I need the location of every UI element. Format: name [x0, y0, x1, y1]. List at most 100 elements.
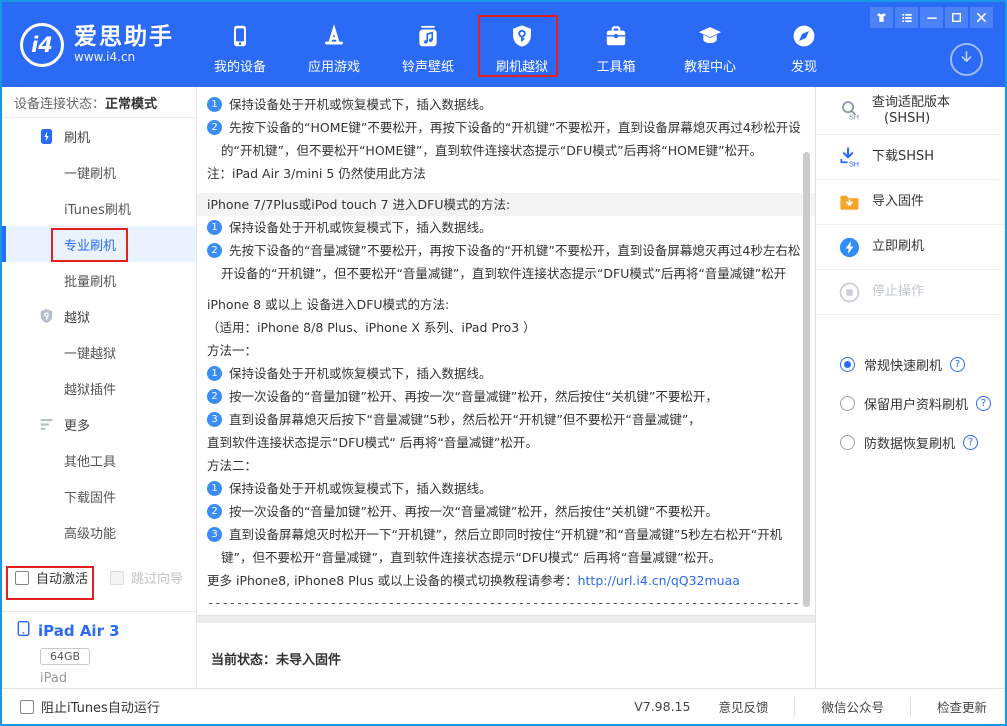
radio-label: 防数据恢复刷机 [864, 433, 955, 452]
instruction-step: 1保持设备处于开机或恢复模式下，插入数据线。 [207, 362, 801, 385]
help-icon[interactable]: ? [976, 396, 991, 411]
main-content: 1保持设备处于开机或恢复模式下，插入数据线。2先按下设备的“HOME键”不要松开… [197, 87, 815, 688]
instruction-step: 3直到设备屏幕熄灭后按下“音量减键”5秒，然后松开“开机键”但不要松开“音量减键… [207, 408, 801, 431]
flash-mode-options: 常规快速刷机 ? 保留用户资料刷机 ? 防数据恢复刷机 ? [816, 345, 1005, 462]
menu-button[interactable] [895, 7, 918, 28]
action-label: 查询适配版本(SHSH) [872, 95, 950, 127]
footer-link-2[interactable]: 检查更新 [910, 697, 987, 716]
sidebar-item-11[interactable]: 高级功能 [2, 514, 196, 550]
tutorial-link[interactable]: http://url.i4.cn/qQ32muaa [578, 569, 740, 592]
action-stop: 停止操作 [816, 270, 1005, 315]
skin-button[interactable] [870, 7, 893, 28]
nav-item-ringtone[interactable]: 铃声壁纸 [396, 21, 460, 75]
action-search-shsh[interactable]: SH查询适配版本(SHSH) [816, 87, 1005, 135]
nav-item-label: 工具箱 [596, 56, 635, 75]
sidebar-item-6[interactable]: 一键越狱 [2, 334, 196, 370]
line-text: iPhone 8 或以上 设备进入DFU模式的方法: [207, 293, 449, 316]
instruction-step: 1保持设备处于开机或恢复模式下，插入数据线。 [207, 216, 801, 239]
step-number-icon: 3 [207, 412, 222, 427]
step-number-icon: 2 [207, 243, 222, 258]
nav-item-appstore[interactable]: 应用游戏 [302, 21, 366, 75]
device-status-row: 设备连接状态： 正常模式 [2, 87, 196, 118]
radio-option-1[interactable]: 保留用户资料刷机 ? [816, 384, 1005, 423]
step-number-icon: 3 [207, 527, 222, 542]
nav-item-label: 我的设备 [214, 56, 266, 75]
section-header-text: iPhone 7/7Plus或iPod touch 7 进入DFU模式的方法: [207, 193, 510, 216]
radio-option-2[interactable]: 防数据恢复刷机 ? [816, 423, 1005, 462]
footer-right: V7.98.15 意见反馈微信公众号检查更新 [634, 697, 987, 716]
sidebar-item-label: 一键刷机 [64, 163, 116, 182]
sidebar-item-4[interactable]: 批量刷机 [2, 262, 196, 298]
sidebar-item-2[interactable]: iTunes刷机 [2, 190, 196, 226]
content-divider [197, 615, 815, 623]
nav-item-label: 发现 [791, 56, 817, 75]
instruction-step: 2先按下设备的“音量减键”不要松开，再按下设备的“开机键”不要松开，直到设备屏幕… [207, 239, 801, 262]
close-button[interactable] [970, 7, 993, 28]
i4-logo-icon: i4 [20, 23, 64, 67]
instruction-line: 方法一： [207, 339, 801, 362]
checkbox-icon [20, 700, 34, 714]
minimize-button[interactable] [920, 7, 943, 28]
action-import-firmware[interactable]: 导入固件 [816, 180, 1005, 225]
sidebar-item-label: 批量刷机 [64, 271, 116, 290]
maximize-button[interactable] [945, 7, 968, 28]
download-arrow-icon [957, 48, 976, 71]
download-manager-button[interactable] [950, 43, 983, 76]
svg-text:SH: SH [849, 160, 859, 168]
checkbox-skip-wizard[interactable]: 跳过向导 [110, 568, 183, 587]
sidebar-item-3[interactable]: 专业刷机 [2, 226, 196, 262]
menu-icon [900, 11, 914, 25]
more-tutorial-text: 更多 iPhone8, iPhone8 Plus 或以上设备的模式切换教程请参考… [207, 569, 578, 592]
instruction-step: 2按一次设备的“音量加键”松开、再按一次“音量减键”松开，然后按住“关机键”不要… [207, 500, 801, 523]
step-text: 保持设备处于开机或恢复模式下，插入数据线。 [229, 477, 492, 500]
nav-item-toolbox[interactable]: 工具箱 [584, 21, 648, 75]
scrollbar-thumb[interactable] [803, 152, 810, 607]
section-header: iPhone 7/7Plus或iPod touch 7 进入DFU模式的方法: [197, 193, 815, 216]
instruction-step: 1保持设备处于开机或恢复模式下，插入数据线。 [207, 93, 801, 116]
radio-option-0[interactable]: 常规快速刷机 ? [816, 345, 1005, 384]
sidebar-item-label: 高级功能 [64, 523, 116, 542]
nav-item-device[interactable]: 我的设备 [208, 21, 272, 75]
nav-item-tutorial[interactable]: 教程中心 [678, 21, 742, 75]
sidebar-item-10[interactable]: 下载固件 [2, 478, 196, 514]
sidebar-item-8[interactable]: 更多 [2, 406, 196, 442]
app-logo: i4 爱思助手 www.i4.cn [20, 23, 174, 67]
sidebar-item-label: iTunes刷机 [64, 199, 131, 218]
action-label-line1: 查询适配版本 [872, 95, 950, 111]
sidebar-item-1[interactable]: 一键刷机 [2, 154, 196, 190]
skin-icon [875, 11, 888, 24]
step-text: 保持设备处于开机或恢复模式下，插入数据线。 [229, 93, 492, 116]
blank-line [207, 285, 801, 293]
footer-bar: 阻止iTunes自动运行 V7.98.15 意见反馈微信公众号检查更新 [2, 688, 1005, 724]
stop-icon [838, 281, 861, 304]
action-download-shsh[interactable]: SH下载SHSH [816, 135, 1005, 180]
instruction-line: 方法二： [207, 454, 801, 477]
app-title: 爱思助手 [74, 25, 174, 49]
main-nav: 我的设备 应用游戏 铃声壁纸 刷机越狱 工具箱 教程中心 发现 [208, 21, 836, 75]
checkbox-block-itunes[interactable]: 阻止iTunes自动运行 [20, 697, 160, 716]
action-label: 停止操作 [872, 284, 924, 300]
action-label: 导入固件 [872, 194, 924, 210]
current-status-line: 当前状态：未导入固件 [197, 623, 815, 668]
radio-label: 常规快速刷机 [864, 355, 942, 374]
blank-line [207, 185, 801, 193]
sidebar-menu: 刷机一键刷机 iTunes刷机专业刷机批量刷机越狱一键越狱越狱插件更多其他工具下载… [2, 118, 196, 550]
line-text: 方法一： [207, 339, 257, 362]
help-icon[interactable]: ? [950, 357, 965, 372]
checkbox-auto-activate[interactable]: 自动激活 [15, 568, 88, 587]
action-flash-now[interactable]: 立即刷机 [816, 225, 1005, 270]
nav-item-jailbreak[interactable]: 刷机越狱 [490, 21, 554, 75]
help-icon[interactable]: ? [963, 435, 978, 450]
instruction-line: 直到软件连接状态提示“DFU模式“ 后再将“音量减键”松开。 [207, 431, 801, 454]
sidebar-item-5[interactable]: 越狱 [2, 298, 196, 334]
footer-link-0[interactable]: 意见反馈 [718, 697, 768, 716]
instructions-area: 1保持设备处于开机或恢复模式下，插入数据线。2先按下设备的“HOME键”不要松开… [197, 87, 815, 615]
sidebar-item-7[interactable]: 越狱插件 [2, 370, 196, 406]
footer-link-1[interactable]: 微信公众号 [794, 697, 884, 716]
footer-links: 意见反馈 微信公众号 检查更新 [718, 697, 987, 716]
sidebar-item-9[interactable]: 其他工具 [2, 442, 196, 478]
sidebar-item-0[interactable]: 刷机 [2, 118, 196, 154]
app-header: i4 爱思助手 www.i4.cn 我的设备 应用游戏 铃声壁纸 刷机越狱 工具… [2, 2, 1005, 87]
nav-item-discover[interactable]: 发现 [772, 21, 836, 75]
nav-item-label: 刷机越狱 [496, 56, 548, 75]
